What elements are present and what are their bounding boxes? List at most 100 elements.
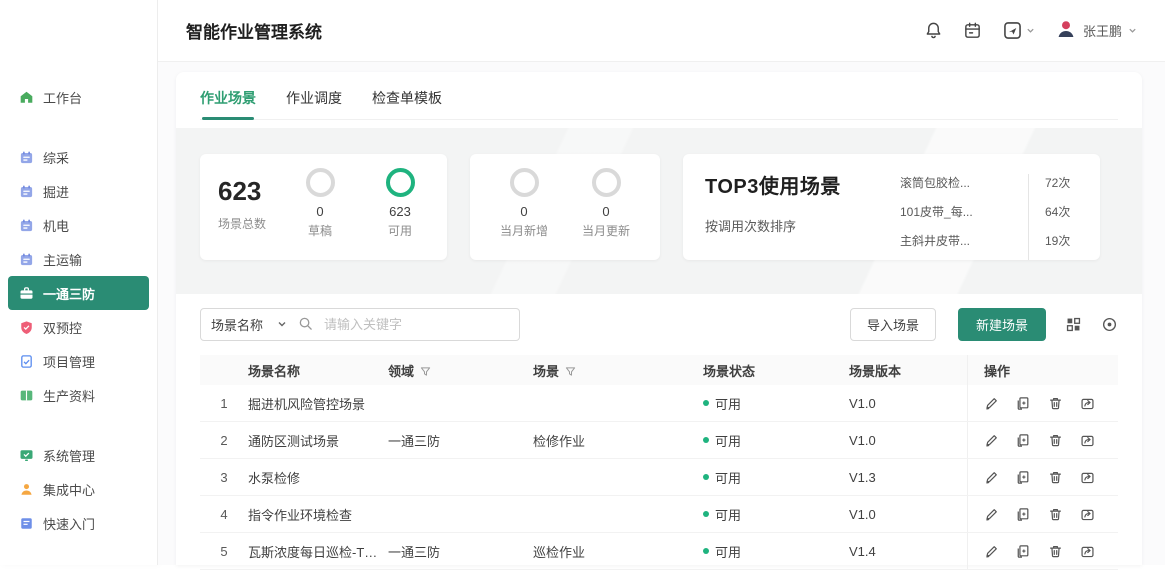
search-input[interactable] xyxy=(322,316,509,333)
sidebar-item-electromech[interactable]: 机电 xyxy=(8,208,149,242)
import-scene-button[interactable]: 导入场景 xyxy=(850,308,936,341)
status-badge: 可用 xyxy=(703,505,849,524)
delete-icon[interactable] xyxy=(1048,396,1063,411)
scene-name: 水泵检修 xyxy=(248,468,388,487)
sidebar-item-mining[interactable]: 综采 xyxy=(8,140,149,174)
calendar-icon[interactable] xyxy=(963,21,982,40)
row-actions xyxy=(967,496,1118,532)
copy-icon[interactable] xyxy=(1016,470,1031,485)
copy-icon[interactable] xyxy=(1016,507,1031,522)
scene-name: 指令作业环境检查 xyxy=(248,505,388,524)
user-name: 张王鹏 xyxy=(1083,21,1122,40)
month-updated-label: 当月更新 xyxy=(582,222,630,239)
sidebar-item-materials[interactable]: 生产资料 xyxy=(8,378,149,412)
table-row: 3水泵检修 可用 V1.3 xyxy=(200,459,1118,496)
scene-rings: 0 草稿 623 可用 xyxy=(287,168,433,260)
status-badge: 可用 xyxy=(703,431,849,450)
copy-icon[interactable] xyxy=(1016,396,1031,411)
scene-total-value: 623 xyxy=(218,178,266,204)
bell-icon[interactable] xyxy=(924,21,943,40)
month-updated-ring xyxy=(592,168,621,197)
topbar: 智能作业管理系统 xyxy=(158,0,1165,62)
row-actions xyxy=(967,422,1118,458)
tab-scheduling[interactable]: 作业调度 xyxy=(286,88,342,119)
month-new-ring xyxy=(510,168,539,197)
edit-icon[interactable] xyxy=(984,544,999,559)
copy-icon[interactable] xyxy=(1016,544,1031,559)
column-header-label: 场景名称 xyxy=(248,364,300,379)
scene-total-label: 场景总数 xyxy=(218,215,266,232)
tab-scenes[interactable]: 作业场景 xyxy=(200,88,256,119)
filter-icon[interactable] xyxy=(565,366,576,377)
export-icon[interactable] xyxy=(1080,507,1095,522)
sidebar-item-quickstart[interactable]: 快速入门 xyxy=(8,506,149,540)
column-settings-icon[interactable] xyxy=(1101,316,1118,333)
sidebar-item-label: 双预控 xyxy=(43,318,82,337)
month-new-value: 0 xyxy=(520,204,527,219)
top3-list: 滚筒包胶检...101皮带_每...主斜井皮带... 72次64次19次 xyxy=(900,170,1084,260)
sidebar-item-dual-control[interactable]: 双预控 xyxy=(8,310,149,344)
export-icon[interactable] xyxy=(1080,544,1095,559)
status-dot xyxy=(703,400,709,406)
sidebar-item-integration[interactable]: 集成中心 xyxy=(8,472,149,506)
user-menu[interactable]: 张王鹏 xyxy=(1055,18,1137,43)
table-row: 5瓦斯浓度每日巡检-TF...一通三防巡检作业可用V1.4 xyxy=(200,533,1118,570)
search-box: 场景名称 xyxy=(200,308,520,341)
scene-version: V1.3 xyxy=(849,470,967,485)
search-field-select[interactable]: 场景名称 xyxy=(211,315,289,334)
sidebar-group: 综采掘进机电主运输一通三防双预控项目管理生产资料 xyxy=(0,140,157,412)
export-icon[interactable] xyxy=(1080,396,1095,411)
column-header-label: 场景状态 xyxy=(703,361,755,380)
app-launcher[interactable] xyxy=(1002,20,1035,41)
top3-subtitle: 按调用次数排序 xyxy=(705,216,841,235)
scene-version: V1.0 xyxy=(849,433,967,448)
module-icon xyxy=(18,183,34,199)
sidebar-item-workbench[interactable]: 工作台 xyxy=(8,80,149,114)
sidebar-item-ventilation[interactable]: 一通三防 xyxy=(8,276,149,310)
top3-item-name: 主斜井皮带... xyxy=(900,232,1018,249)
top3-names: 滚筒包胶检...101皮带_每...主斜井皮带... xyxy=(900,174,1018,260)
filter-icon[interactable] xyxy=(420,366,431,377)
avatar-icon xyxy=(1055,18,1077,43)
export-icon[interactable] xyxy=(1080,433,1095,448)
topbar-actions: 张王鹏 xyxy=(924,18,1137,43)
status-label: 可用 xyxy=(715,542,741,561)
top3-card: TOP3使用场景 按调用次数排序 滚筒包胶检...101皮带_每...主斜井皮带… xyxy=(683,154,1100,260)
status-label: 可用 xyxy=(715,468,741,487)
top3-counts: 72次64次19次 xyxy=(1028,174,1084,260)
column-header-version: 场景版本 xyxy=(849,361,967,380)
monthly-card: 0 当月新增 0 当月更新 xyxy=(470,154,660,260)
table-row: 1掘进机风险管控场景可用V1.0 xyxy=(200,385,1118,422)
sidebar-item-tunneling[interactable]: 掘进 xyxy=(8,174,149,208)
draft-ring xyxy=(306,168,335,197)
copy-icon[interactable] xyxy=(1016,433,1031,448)
integration-icon xyxy=(18,481,34,497)
draft-value: 0 xyxy=(316,204,323,219)
delete-icon[interactable] xyxy=(1048,433,1063,448)
tab-checklist-templates[interactable]: 检查单模板 xyxy=(372,88,442,119)
delete-icon[interactable] xyxy=(1048,544,1063,559)
edit-icon[interactable] xyxy=(984,396,999,411)
export-icon[interactable] xyxy=(1080,470,1095,485)
top3-item-name: 滚筒包胶检... xyxy=(900,174,1018,191)
sidebar-item-project[interactable]: 项目管理 xyxy=(8,344,149,378)
draft-label: 草稿 xyxy=(308,222,332,239)
row-index: 3 xyxy=(200,470,248,485)
sidebar-item-label: 系统管理 xyxy=(43,446,95,465)
module-icon xyxy=(18,251,34,267)
delete-icon[interactable] xyxy=(1048,507,1063,522)
create-scene-button[interactable]: 新建场景 xyxy=(958,308,1046,341)
grid-view-icon[interactable] xyxy=(1065,316,1082,333)
sidebar-item-label: 主运输 xyxy=(43,250,82,269)
scene-name: 掘进机风险管控场景 xyxy=(248,394,388,413)
sidebar-item-label: 生产资料 xyxy=(43,386,95,405)
edit-icon[interactable] xyxy=(984,507,999,522)
sidebar-item-transport[interactable]: 主运输 xyxy=(8,242,149,276)
delete-icon[interactable] xyxy=(1048,470,1063,485)
materials-icon xyxy=(18,387,34,403)
sidebar-item-label: 掘进 xyxy=(43,182,69,201)
edit-icon[interactable] xyxy=(984,470,999,485)
edit-icon[interactable] xyxy=(984,433,999,448)
column-header-domain: 领域 xyxy=(388,361,533,380)
sidebar-item-system[interactable]: 系统管理 xyxy=(8,438,149,472)
